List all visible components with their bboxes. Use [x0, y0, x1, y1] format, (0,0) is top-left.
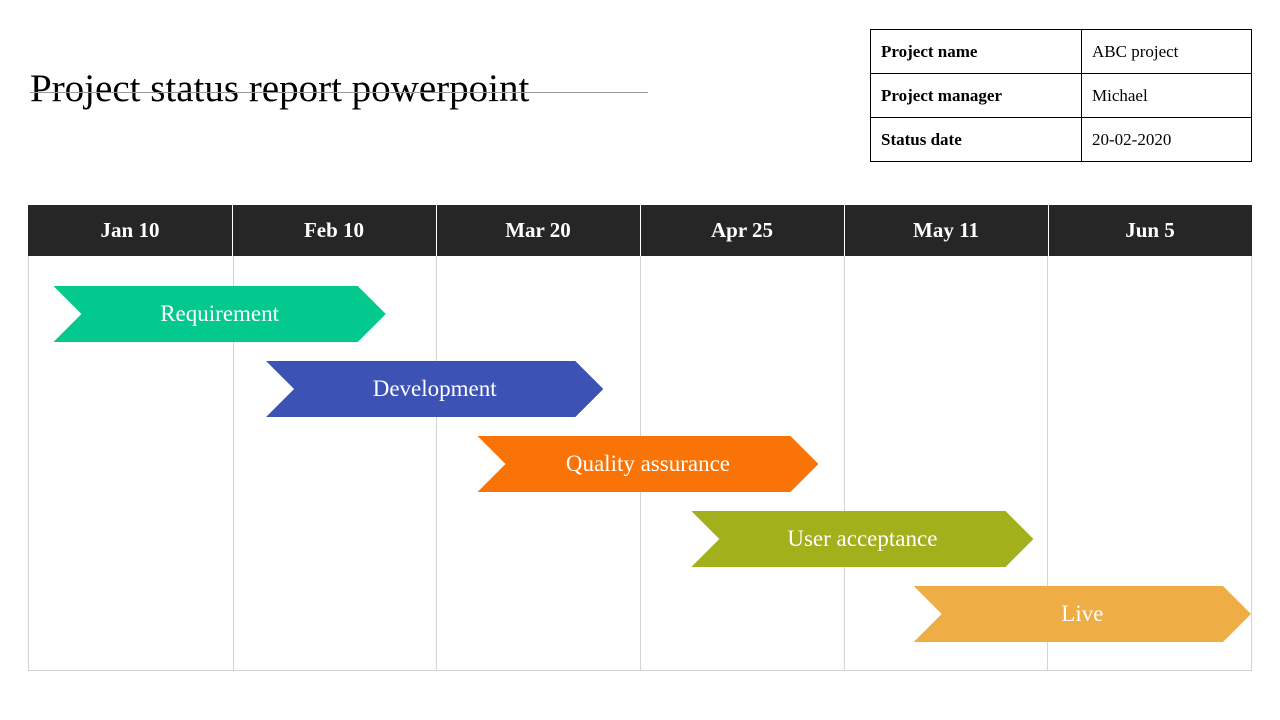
- gantt-bar-live[interactable]: Live: [914, 586, 1251, 642]
- gantt-bar-user-acceptance[interactable]: User acceptance: [691, 511, 1033, 567]
- project-manager-value: Michael: [1081, 73, 1252, 118]
- project-info-table: Project name ABC project Project manager…: [870, 29, 1252, 162]
- title-underline: [30, 92, 648, 93]
- table-row: Status date 20-02-2020: [870, 117, 1252, 162]
- gantt-bar-quality-assurance[interactable]: Quality assurance: [477, 436, 818, 492]
- timeline-column-jan-10: Jan 10: [100, 218, 160, 242]
- page-title: Project status report powerpoint: [30, 67, 530, 111]
- status-date-value: 20-02-2020: [1081, 117, 1252, 162]
- table-row: Project name ABC project: [870, 29, 1252, 74]
- project-name-value: ABC project: [1081, 29, 1252, 74]
- gantt-bar-requirement[interactable]: Requirement: [53, 286, 385, 342]
- project-manager-label: Project manager: [870, 73, 1082, 118]
- gantt-chart: Jan 10 Feb 10 Mar 20 Apr 25 May 11 Jun 5…: [28, 205, 1252, 672]
- table-row: Project manager Michael: [870, 73, 1252, 118]
- timeline-column-apr-25: Apr 25: [640, 205, 844, 256]
- project-info-table-body: Project name ABC project Project manager…: [870, 29, 1252, 162]
- timeline-column-may-11: May 11: [844, 205, 1048, 256]
- project-name-label: Project name: [870, 29, 1082, 74]
- timeline-column-feb-10: Feb 10: [232, 205, 436, 256]
- gantt-bar-development[interactable]: Development: [266, 361, 603, 417]
- gantt-plot-area: Requirement Development Quality assuranc…: [28, 256, 1252, 671]
- gantt-timeline-header: Jan 10 Feb 10 Mar 20 Apr 25 May 11 Jun 5: [28, 205, 1252, 256]
- timeline-column-jun-5: Jun 5: [1048, 205, 1252, 256]
- timeline-column-mar-20: Mar 20: [436, 205, 640, 256]
- status-date-label: Status date: [870, 117, 1082, 162]
